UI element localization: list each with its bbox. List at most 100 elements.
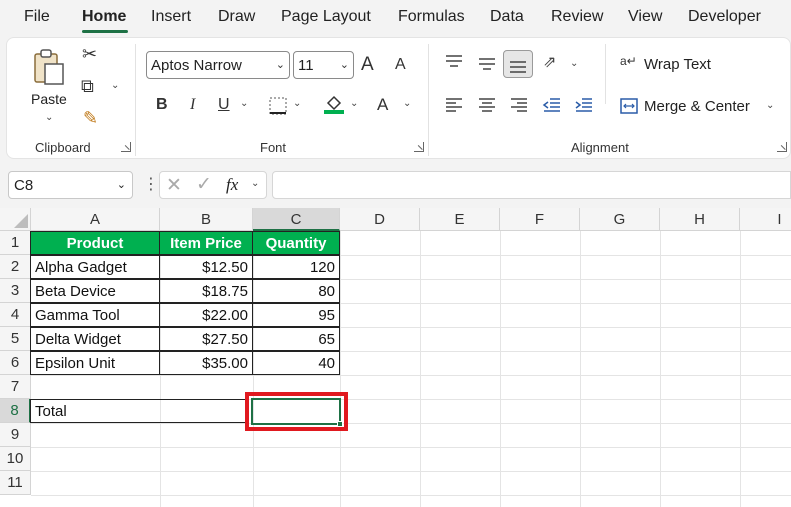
- chevron-down-icon[interactable]: ⌄: [251, 178, 259, 189]
- wrap-text-button[interactable]: a↵ Wrap Text: [620, 54, 730, 76]
- menu-bar: File Home Insert Draw Page Layout Formul…: [0, 0, 791, 34]
- worksheet-grid[interactable]: A B C D E F G H I 1 2 3 4 5 6 7 8 9 10 1…: [0, 208, 791, 507]
- merge-center-button[interactable]: Merge & Center ⌄: [620, 95, 780, 117]
- orientation-dropdown-icon[interactable]: ⌄: [570, 58, 578, 69]
- align-middle-icon[interactable]: [477, 56, 497, 72]
- cell-a8-merged[interactable]: Total: [30, 399, 246, 423]
- select-all-button[interactable]: [0, 208, 31, 231]
- font-size-value: 11: [298, 57, 314, 74]
- merge-dropdown-icon[interactable]: ⌄: [766, 100, 774, 111]
- underline-button[interactable]: U: [218, 96, 230, 114]
- tab-data[interactable]: Data: [490, 8, 524, 26]
- row-header-10[interactable]: 10: [0, 447, 31, 471]
- font-size-combo[interactable]: 11 ⌄: [293, 51, 354, 79]
- cut-icon[interactable]: ✂: [82, 44, 97, 65]
- cancel-icon[interactable]: ✕: [166, 174, 182, 197]
- tab-home[interactable]: Home: [82, 8, 126, 26]
- cell-a3[interactable]: Beta Device: [30, 279, 160, 303]
- font-color-dropdown-icon[interactable]: ⌄: [403, 98, 411, 109]
- formula-input[interactable]: [272, 171, 791, 199]
- row-header-5[interactable]: 5: [0, 327, 31, 351]
- row-header-3[interactable]: 3: [0, 279, 31, 303]
- column-header-i[interactable]: I: [740, 208, 791, 231]
- column-header-f[interactable]: F: [500, 208, 580, 231]
- cell-b4[interactable]: $22.00: [159, 303, 253, 327]
- merge-center-label: Merge & Center: [644, 98, 750, 115]
- row-header-2[interactable]: 2: [0, 255, 31, 279]
- align-left-icon[interactable]: [444, 97, 464, 113]
- bold-button[interactable]: B: [156, 96, 168, 114]
- fill-color-icon[interactable]: [323, 93, 345, 115]
- clipboard-launcher-icon[interactable]: [121, 142, 131, 152]
- cell-c4[interactable]: 95: [252, 303, 340, 327]
- format-painter-icon[interactable]: ✎: [83, 108, 98, 129]
- fill-color-dropdown-icon[interactable]: ⌄: [350, 98, 358, 109]
- font-group-label: Font: [260, 140, 287, 155]
- cell-c3[interactable]: 80: [252, 279, 340, 303]
- cell-c6[interactable]: 40: [252, 351, 340, 375]
- alignment-launcher-icon[interactable]: [777, 142, 787, 152]
- column-header-h[interactable]: H: [660, 208, 740, 231]
- row-header-6[interactable]: 6: [0, 351, 31, 375]
- row-header-4[interactable]: 4: [0, 303, 31, 327]
- chevron-down-icon: ⌄: [339, 59, 349, 71]
- shrink-font-button[interactable]: A: [395, 56, 406, 74]
- row-header-11[interactable]: 11: [0, 471, 31, 495]
- tab-page-layout[interactable]: Page Layout: [281, 8, 371, 26]
- cell-b1[interactable]: Item Price: [159, 231, 253, 255]
- copy-dropdown-icon[interactable]: ⌄: [111, 80, 119, 91]
- row-header-9[interactable]: 9: [0, 423, 31, 447]
- cell-b3[interactable]: $18.75: [159, 279, 253, 303]
- font-color-button[interactable]: A: [377, 95, 388, 115]
- cell-a4[interactable]: Gamma Tool: [30, 303, 160, 327]
- cell-b2[interactable]: $12.50: [159, 255, 253, 279]
- align-top-icon[interactable]: [444, 54, 464, 70]
- row-header-8[interactable]: 8: [0, 399, 31, 423]
- borders-icon[interactable]: [268, 96, 288, 116]
- copy-icon[interactable]: ⧉: [81, 76, 94, 97]
- row-header-1[interactable]: 1: [0, 231, 31, 255]
- row-header-7[interactable]: 7: [0, 375, 31, 399]
- tab-view[interactable]: View: [628, 8, 662, 26]
- cell-c2[interactable]: 120: [252, 255, 340, 279]
- divider: [428, 44, 429, 156]
- align-center-icon[interactable]: [477, 97, 497, 113]
- font-name-combo[interactable]: Aptos Narrow ⌄: [146, 51, 290, 79]
- paste-button[interactable]: Paste ⌄: [25, 46, 73, 130]
- insert-function-button[interactable]: fx: [226, 175, 238, 195]
- cell-b5[interactable]: $27.50: [159, 327, 253, 351]
- increase-indent-icon[interactable]: [574, 97, 594, 113]
- column-header-e[interactable]: E: [420, 208, 500, 231]
- more-options-icon[interactable]: ⋮: [143, 174, 159, 194]
- orientation-icon[interactable]: ⇗: [543, 52, 556, 72]
- enter-icon[interactable]: ✓: [196, 173, 212, 196]
- underline-dropdown-icon[interactable]: ⌄: [240, 98, 248, 109]
- cell-a6[interactable]: Epsilon Unit: [30, 351, 160, 375]
- column-header-b[interactable]: B: [160, 208, 253, 231]
- column-header-a[interactable]: A: [31, 208, 160, 231]
- decrease-indent-icon[interactable]: [542, 97, 562, 113]
- cell-b6[interactable]: $35.00: [159, 351, 253, 375]
- column-header-g[interactable]: G: [580, 208, 660, 231]
- cell-c1[interactable]: Quantity: [252, 231, 340, 255]
- tab-review[interactable]: Review: [551, 8, 603, 26]
- cell-a1[interactable]: Product: [30, 231, 160, 255]
- grow-font-button[interactable]: A: [361, 54, 374, 76]
- column-header-c[interactable]: C: [253, 208, 340, 231]
- align-right-icon[interactable]: [509, 97, 529, 113]
- tab-file[interactable]: File: [24, 8, 50, 26]
- font-launcher-icon[interactable]: [414, 142, 424, 152]
- cell-a2[interactable]: Alpha Gadget: [30, 255, 160, 279]
- name-box[interactable]: C8 ⌄: [8, 171, 133, 199]
- italic-button[interactable]: I: [190, 96, 195, 114]
- cell-c5[interactable]: 65: [252, 327, 340, 351]
- align-bottom-button[interactable]: [503, 50, 533, 78]
- tab-insert[interactable]: Insert: [151, 8, 191, 26]
- tab-formulas[interactable]: Formulas: [398, 8, 465, 26]
- tab-developer[interactable]: Developer: [688, 8, 761, 26]
- column-header-d[interactable]: D: [340, 208, 420, 231]
- tab-draw[interactable]: Draw: [218, 8, 255, 26]
- gridline: [31, 495, 791, 496]
- cell-a5[interactable]: Delta Widget: [30, 327, 160, 351]
- borders-dropdown-icon[interactable]: ⌄: [293, 98, 301, 109]
